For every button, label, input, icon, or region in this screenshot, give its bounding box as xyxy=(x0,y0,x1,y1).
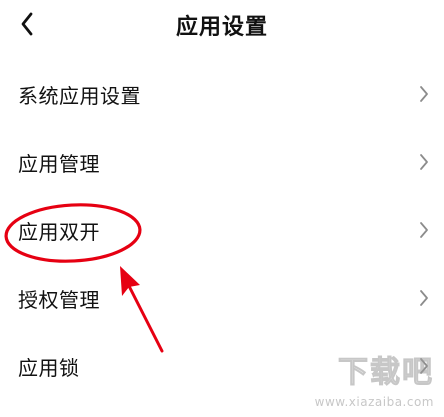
watermark-logo: 下载吧 www.xiazaiba.com xyxy=(314,343,434,411)
chevron-right-icon xyxy=(414,287,434,309)
list-item-label: 应用管理 xyxy=(18,151,100,176)
list-item-permission-management[interactable]: 授权管理 xyxy=(0,264,444,332)
watermark-text: 下载吧 xyxy=(338,355,434,391)
top-bar: 应用设置 xyxy=(0,0,444,48)
list-item-app-management[interactable]: 应用管理 xyxy=(0,128,444,196)
chevron-right-icon xyxy=(414,151,434,173)
list-item-label: 系统应用设置 xyxy=(18,83,141,108)
watermark-url: www.xiazaiba.com xyxy=(314,395,434,409)
list-item-dual-apps[interactable]: 应用双开 xyxy=(0,196,444,264)
list-item-system-app-settings[interactable]: 系统应用设置 xyxy=(0,60,444,128)
page-title: 应用设置 xyxy=(175,15,268,40)
list-item-label: 授权管理 xyxy=(18,287,100,312)
chevron-right-icon xyxy=(414,219,434,241)
chevron-right-icon xyxy=(414,83,434,105)
list-item-label: 应用锁 xyxy=(18,355,80,380)
list-item-label: 应用双开 xyxy=(18,219,100,244)
